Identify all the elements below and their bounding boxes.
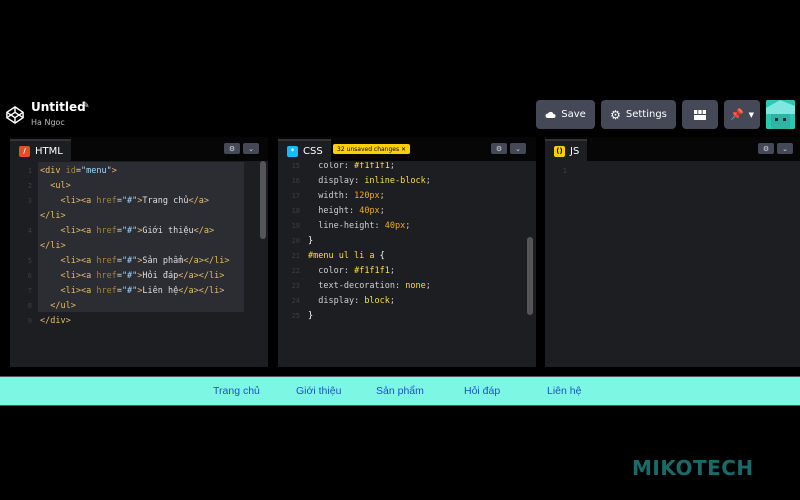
js-collapse-chevron-icon[interactable]: ⌄ (777, 143, 793, 154)
tab-html[interactable]: / HTML (10, 139, 71, 161)
code-line: 1 <div id="menu"> (27, 166, 117, 176)
code-line: 20} (291, 236, 314, 246)
menu-link-products[interactable]: Sản phẩm (376, 385, 424, 397)
code-line: 16 display: inline-block; (291, 176, 431, 186)
layout-icon (694, 109, 706, 120)
tab-js-label: JS (570, 145, 580, 157)
code-line: </li> (40, 211, 66, 221)
code-line: 17 width: 120px; (291, 191, 385, 201)
code-line: </li> (40, 241, 66, 251)
js-badge-icon: () (554, 145, 565, 157)
html-badge-icon: / (19, 145, 30, 157)
editor-header (0, 90, 800, 136)
code-line: 15 color: #f1f1f1; (291, 162, 396, 171)
code-line: 1 (562, 167, 567, 175)
menu-link-home[interactable]: Trang chủ (213, 385, 260, 397)
author-name[interactable]: Ha Ngoc (31, 118, 65, 127)
result-preview: Trang chủ Giới thiệu Sản phẩm Hỏi đáp Li… (0, 376, 800, 406)
code-line: 19 line-height: 40px; (291, 221, 411, 231)
code-line: 3 <li><a href="#">Trang chủ</a> (27, 196, 209, 206)
code-line: 18 height: 40px; (291, 206, 385, 216)
code-line: 7 <li><a href="#">Liên hệ</a></li> (27, 286, 225, 296)
user-avatar[interactable] (766, 100, 795, 129)
pin-icon: 📌 (729, 108, 744, 121)
tab-css-label: CSS (303, 145, 323, 157)
pen-title[interactable]: Untitled (31, 100, 86, 114)
tab-js[interactable]: () JS (545, 139, 588, 161)
html-collapse-chevron-icon[interactable]: ⌄ (243, 143, 259, 154)
code-line: 4 <li><a href="#">Giới thiệu</a> (27, 226, 215, 236)
menu-link-faq[interactable]: Hỏi đáp (464, 385, 500, 397)
code-line: 6 <li><a href="#">Hỏi đáp</a></li> (27, 271, 225, 281)
html-settings-gear-icon[interactable]: ⚙ (224, 143, 240, 154)
html-editor-pane: / HTML ⚙ ⌄ 1 <div id="menu"> 2 <ul> 3 <li… (10, 137, 268, 367)
unsaved-changes-badge[interactable]: 32 unsaved changes ✕ (333, 144, 411, 154)
code-line: 8 </ul> (27, 301, 76, 311)
css-collapse-chevron-icon[interactable]: ⌄ (510, 143, 526, 154)
code-line: 24 display: block; (291, 296, 396, 306)
tab-html-label: HTML (35, 145, 63, 157)
css-settings-gear-icon[interactable]: ⚙ (491, 143, 507, 154)
pin-button[interactable]: 📌 ▼ (724, 100, 760, 129)
css-badge-icon: * (287, 145, 298, 157)
settings-button[interactable]: ⚙ Settings (601, 100, 676, 129)
tab-css[interactable]: * CSS (278, 139, 331, 161)
css-scrollbar[interactable] (527, 237, 533, 315)
code-line: 21 #menu ul li a { (291, 251, 385, 261)
settings-button-label: Settings (625, 109, 667, 120)
edit-title-pencil-icon[interactable]: ✎ (82, 101, 90, 111)
save-button-label: Save (561, 109, 586, 120)
menu-link-about[interactable]: Giới thiệu (296, 385, 341, 397)
code-line: 9 </div> (27, 316, 71, 326)
save-button[interactable]: Save (536, 100, 595, 129)
mikotech-watermark: MIKOTECH (632, 456, 754, 480)
css-editor-pane: * CSS 32 unsaved changes ✕ ⚙ ⌄ 15 color:… (278, 137, 536, 367)
js-code-area[interactable]: 1 (545, 162, 800, 367)
code-line: 25} (291, 311, 314, 321)
code-line: 2 <ul> (27, 181, 71, 191)
avatar-image (766, 100, 795, 129)
css-code-area[interactable]: 15 color: #f1f1f1; 16 display: inline-bl… (278, 162, 536, 367)
html-code-area[interactable]: 1 <div id="menu"> 2 <ul> 3 <li><a href="#… (10, 162, 268, 367)
gear-icon: ⚙ (610, 107, 621, 122)
html-scrollbar[interactable] (260, 161, 266, 239)
change-view-button[interactable] (682, 100, 718, 129)
chevron-down-icon: ▼ (748, 110, 755, 119)
js-editor-pane: () JS ⚙ ⌄ 1 (545, 137, 800, 367)
codepen-logo-icon[interactable] (6, 106, 24, 124)
menu-link-contact[interactable]: Liên hệ (547, 385, 581, 397)
code-line: 5 <li><a href="#">Sản phẩm</a></li> (27, 256, 230, 266)
js-settings-gear-icon[interactable]: ⚙ (758, 143, 774, 154)
code-line: 22 color: #f1f1f1; (291, 266, 396, 276)
code-line: 23 text-decoration: none; (291, 281, 431, 291)
cloud-icon (545, 111, 556, 118)
